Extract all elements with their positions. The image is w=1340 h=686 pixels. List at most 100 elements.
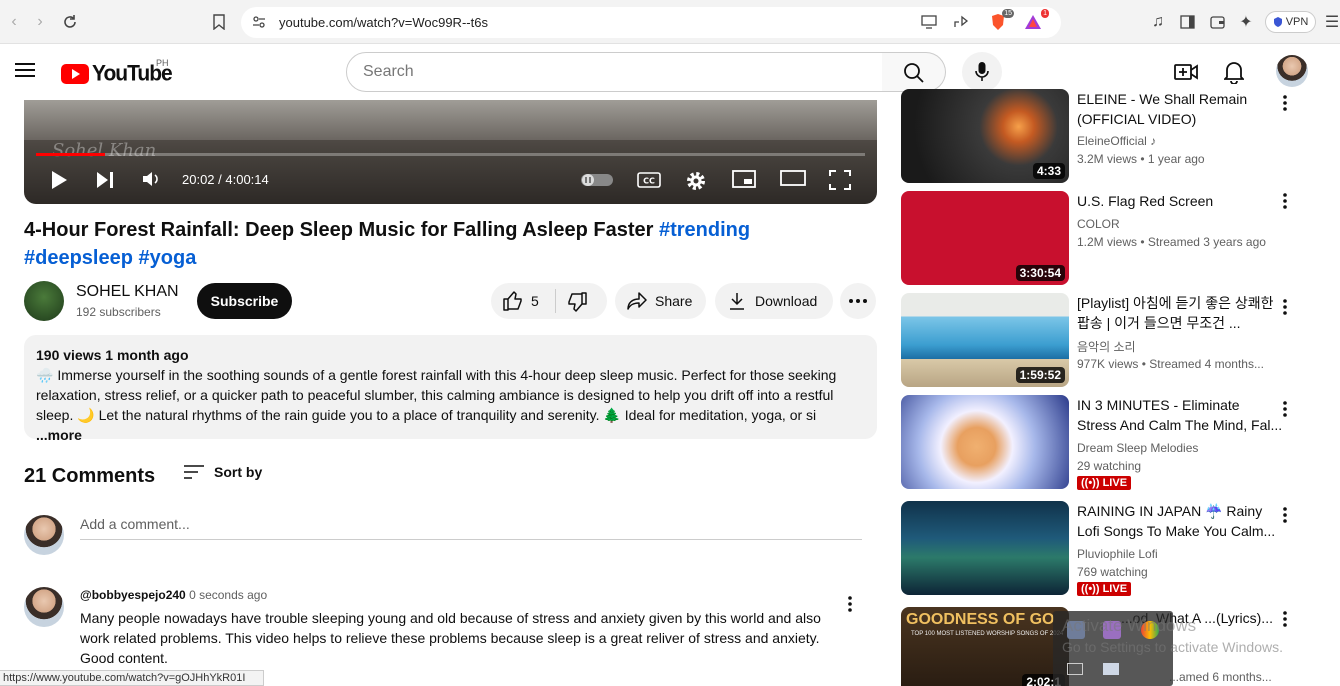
thumbs-down-icon	[568, 292, 587, 312]
recommended-channel[interactable]: COLOR	[1077, 217, 1120, 231]
fullscreen-icon[interactable]	[829, 170, 851, 190]
recommended-video[interactable]: 3:30:54 U.S. Flag Red Screen COLOR 1.2M …	[901, 191, 1321, 285]
description-text: 🌧️ Immerse yourself in the soothing soun…	[36, 365, 865, 445]
brave-shields-icon[interactable]: 15	[988, 9, 1014, 32]
recommended-title[interactable]: ELEINE - We Shall Remain (OFFICIAL VIDEO…	[1077, 89, 1283, 129]
wallet-icon[interactable]	[1207, 12, 1227, 32]
duration-badge: 1:59:52	[1015, 367, 1065, 383]
share-button[interactable]: Share	[615, 283, 706, 319]
channel-name[interactable]: SOHEL KHAN	[76, 283, 179, 301]
recommended-video[interactable]: RAINING IN JAPAN ☔ Rainy Lofi Songs To M…	[901, 501, 1321, 596]
video-thumbnail[interactable]: GOODNESS OF GO TOP 100 MOST LISTENED WOR…	[901, 607, 1069, 686]
miniplayer-icon[interactable]	[732, 170, 756, 188]
recommended-channel[interactable]: Pluviophile Lofi	[1077, 547, 1158, 561]
description-box[interactable]: 190 views 1 month ago 🌧️ Immerse yoursel…	[24, 335, 877, 443]
current-user-avatar	[24, 515, 64, 555]
recommended-video[interactable]: IN 3 MINUTES - Eliminate Stress And Calm…	[901, 395, 1321, 490]
settings-gear-icon[interactable]	[685, 170, 707, 192]
account-avatar[interactable]	[1276, 55, 1308, 87]
autoplay-toggle[interactable]	[580, 173, 614, 187]
menu-icon[interactable]: ☰	[1322, 12, 1340, 32]
recommended-menu-icon[interactable]	[1283, 95, 1287, 116]
share-page-icon[interactable]	[951, 12, 971, 32]
voice-search-button[interactable]	[962, 52, 1002, 92]
sort-by-button[interactable]: Sort by	[184, 464, 262, 480]
recommended-title[interactable]: [Playlist] 아침에 듣기 좋은 상쾌한 팝송 | 이거 들으면 무조건…	[1077, 293, 1283, 333]
browser-toolbar: ‹ › youtube.com/watch?v=Woc99R--t6s 15 1…	[0, 0, 1340, 44]
recommended-title[interactable]: IN 3 MINUTES - Eliminate Stress And Calm…	[1077, 395, 1283, 435]
sidebar-icon[interactable]	[1177, 12, 1197, 32]
sort-label: Sort by	[214, 464, 263, 480]
subscribe-button[interactable]: Subscribe	[197, 283, 292, 319]
next-video-icon[interactable]	[96, 170, 114, 190]
hamburger-menu-icon[interactable]	[15, 62, 35, 83]
channel-avatar[interactable]	[24, 281, 64, 321]
search-button[interactable]	[882, 52, 946, 92]
bookmark-icon[interactable]	[209, 12, 229, 32]
activate-windows-title: Activate Windows	[1062, 616, 1197, 635]
hashtag-link[interactable]: #trending	[659, 219, 750, 241]
volume-icon[interactable]	[142, 170, 160, 188]
hashtag-link[interactable]: #yoga	[139, 247, 197, 269]
recommended-menu-icon[interactable]	[1283, 611, 1287, 632]
country-code: PH	[156, 58, 169, 68]
video-thumbnail[interactable]: 1:59:52	[901, 293, 1069, 387]
live-broadcast-icon: ((•))	[1081, 583, 1100, 595]
comments-count: 21 Comments	[24, 465, 156, 487]
cast-icon[interactable]	[919, 12, 939, 32]
add-comment-input[interactable]: Add a comment...	[80, 514, 862, 540]
create-video-icon[interactable]	[1174, 61, 1198, 88]
recommended-channel[interactable]: EleineOfficial ♪	[1077, 134, 1156, 148]
back-icon[interactable]: ‹	[4, 12, 24, 32]
recommended-title[interactable]: U.S. Flag Red Screen	[1077, 191, 1283, 211]
recommended-video[interactable]: 1:59:52 [Playlist] 아침에 듣기 좋은 상쾌한 팝송 | 이거…	[901, 293, 1321, 387]
share-arrow-icon	[627, 292, 647, 310]
rewards-icon[interactable]: 1	[1023, 9, 1049, 32]
download-button[interactable]: Download	[715, 283, 833, 319]
tray-display-icon[interactable]	[1103, 663, 1119, 675]
download-label: Download	[755, 293, 818, 309]
video-thumbnail[interactable]	[901, 501, 1069, 595]
recommended-channel[interactable]: 음악의 소리	[1077, 338, 1136, 355]
recommended-menu-icon[interactable]	[1283, 299, 1287, 320]
vpn-button[interactable]: VPN	[1265, 11, 1316, 33]
dislike-button[interactable]	[567, 292, 587, 315]
progress-bar[interactable]	[36, 153, 865, 156]
recommended-title[interactable]: RAINING IN JAPAN ☔ Rainy Lofi Songs To M…	[1077, 501, 1283, 541]
notifications-bell-icon[interactable]	[1222, 60, 1246, 89]
recommended-video[interactable]: 4:33 ELEINE - We Shall Remain (OFFICIAL …	[901, 89, 1321, 183]
play-icon[interactable]	[50, 170, 68, 190]
comment-author[interactable]: @bobbyespejo240	[80, 588, 186, 602]
video-player[interactable]: Sohel Khan 20:02 / 4:00:14 CC	[24, 100, 877, 204]
reload-icon[interactable]	[60, 12, 80, 32]
music-icon[interactable]: ♫	[1148, 12, 1168, 32]
microphone-icon	[975, 62, 989, 81]
captions-icon[interactable]: CC	[637, 172, 661, 188]
comment-time[interactable]: 0 seconds ago	[189, 588, 267, 602]
search-input[interactable]	[347, 53, 882, 91]
comment-menu-icon[interactable]	[848, 596, 852, 617]
like-button[interactable]	[503, 291, 523, 314]
video-thumbnail[interactable]: 3:30:54	[901, 191, 1069, 285]
video-thumbnail[interactable]	[901, 395, 1069, 489]
leo-ai-icon[interactable]: ✦	[1236, 12, 1256, 32]
activate-windows-subtitle: Go to Settings to activate Windows.	[1062, 639, 1283, 655]
share-label: Share	[655, 293, 693, 309]
recommended-menu-icon[interactable]	[1283, 401, 1287, 422]
commenter-avatar[interactable]	[24, 587, 64, 627]
theater-mode-icon[interactable]	[780, 170, 806, 186]
hashtag-link[interactable]: #deepsleep	[24, 247, 133, 269]
forward-icon[interactable]: ›	[30, 12, 50, 32]
more-actions-button[interactable]	[840, 283, 876, 319]
recommended-menu-icon[interactable]	[1283, 507, 1287, 528]
show-more-link[interactable]: ...more	[36, 427, 82, 443]
recommended-channel[interactable]: Dream Sleep Melodies	[1077, 441, 1198, 455]
vpn-label: VPN	[1285, 16, 1309, 28]
video-thumbnail[interactable]: 4:33	[901, 89, 1069, 183]
address-bar[interactable]: youtube.com/watch?v=Woc99R--t6s 15 1	[241, 7, 1061, 38]
youtube-logo[interactable]: YouTube PH	[61, 58, 173, 86]
tray-network-icon[interactable]	[1067, 663, 1083, 675]
recommended-menu-icon[interactable]	[1283, 193, 1287, 214]
site-settings-icon[interactable]	[249, 12, 269, 32]
search-box[interactable]	[346, 52, 883, 92]
